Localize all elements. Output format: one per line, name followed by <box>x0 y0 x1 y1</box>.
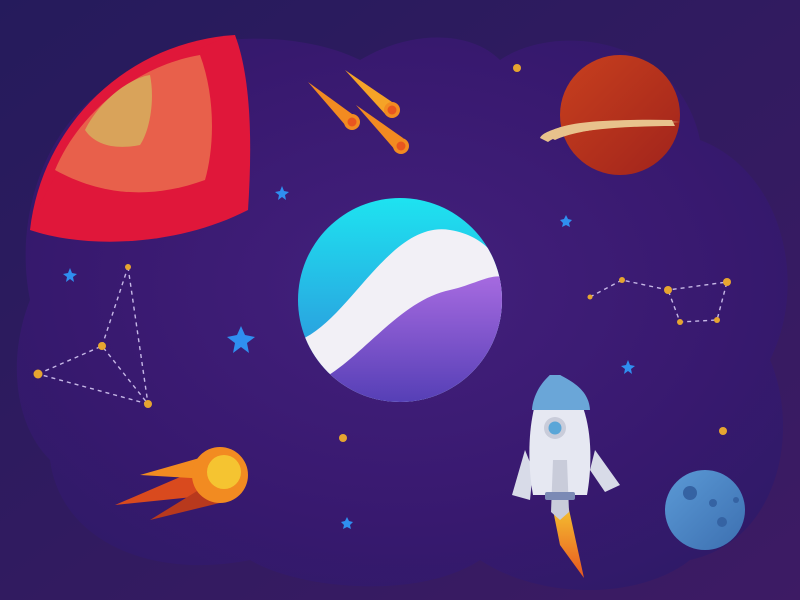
space-illustration <box>0 0 800 600</box>
dot-star <box>719 427 727 435</box>
dot-star <box>339 434 347 442</box>
space-scene-canvas <box>0 0 800 600</box>
cratered-moon <box>665 470 745 550</box>
